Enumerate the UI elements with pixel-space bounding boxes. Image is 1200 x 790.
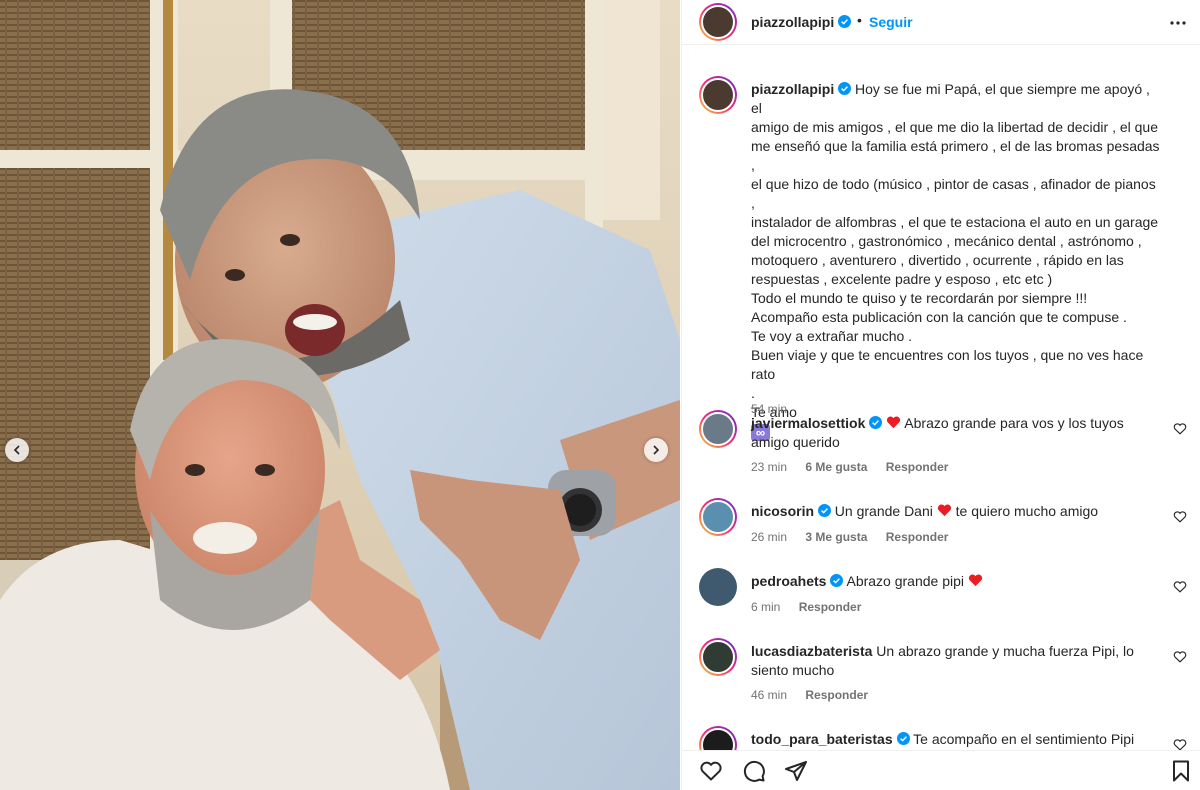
author-username[interactable]: piazzollapipi	[751, 14, 834, 30]
follow-button[interactable]: Seguir	[869, 14, 913, 30]
comment-text: lucasdiazbaterista Un abrazo grande y mu…	[751, 642, 1151, 680]
caption-line: del microcentro , gastronómico , mecánic…	[751, 233, 1142, 249]
caption-line: Te voy a extrañar mucho .	[751, 328, 913, 344]
caption-line: Buen viaje y que te encuentres con los t…	[751, 347, 1144, 382]
comment-username[interactable]: pedroahets	[751, 573, 826, 589]
comment-time[interactable]: 26 min	[751, 530, 787, 544]
commenter-avatar[interactable]	[699, 498, 737, 536]
caption-line: Acompaño esta publicación con la canción…	[751, 309, 1127, 325]
verified-badge-icon	[896, 732, 910, 745]
comment-body-continued: te quiero mucho amigo	[955, 503, 1099, 519]
comment-icon[interactable]	[742, 759, 766, 783]
next-photo-button[interactable]	[644, 438, 668, 462]
post-actions-bar	[682, 750, 1200, 790]
comment-text: javiermalosettiok Abrazo grande para vos…	[751, 414, 1151, 452]
post-photo	[0, 0, 680, 790]
commenter-avatar[interactable]	[699, 568, 737, 606]
red-heart-emoji-icon	[887, 416, 901, 429]
chevron-right-icon	[653, 445, 660, 455]
heart-icon[interactable]	[699, 759, 723, 783]
comment-meta: 6 min Responder	[751, 600, 876, 614]
separator-dot: •	[857, 12, 862, 28]
comment-text: pedroahets Abrazo grande pipi	[751, 572, 1151, 591]
author-avatar[interactable]	[699, 3, 737, 41]
small-heart-icon[interactable]	[1173, 650, 1187, 664]
red-heart-emoji-icon	[968, 574, 983, 587]
comment-likes[interactable]: 3 Me gusta	[805, 530, 867, 544]
small-heart-icon[interactable]	[1173, 510, 1187, 524]
comment-username[interactable]: lucasdiazbaterista	[751, 643, 872, 659]
previous-photo-button[interactable]	[5, 438, 29, 462]
comment-time[interactable]: 6 min	[751, 600, 780, 614]
comment-username[interactable]: todo_para_bateristas	[751, 731, 893, 747]
caption-line: motoquero , aventurero , divertido , ocu…	[751, 252, 1124, 268]
comment-body: Te acompaño en el sentimiento Pipi	[913, 731, 1135, 747]
comment-username[interactable]: javiermalosettiok	[751, 415, 865, 431]
commenter-avatar[interactable]	[699, 410, 737, 448]
comment-time[interactable]: 46 min	[751, 688, 787, 702]
verified-badge-icon	[830, 574, 844, 587]
comment-meta: 46 min Responder	[751, 688, 883, 702]
caption-line: amigo de mis amigos , el que me dio la l…	[751, 119, 1158, 135]
verified-badge-icon	[869, 416, 883, 429]
caption-text: piazzollapipi Hoy se fue mi Papá, el que…	[751, 80, 1161, 441]
comment-username[interactable]: nicosorin	[751, 503, 814, 519]
post-side-panel: piazzollapipi • Seguir piazzollapipi Hoy…	[681, 0, 1200, 790]
commenter-avatar[interactable]	[699, 638, 737, 676]
reply-button[interactable]: Responder	[799, 600, 862, 614]
caption-username[interactable]: piazzollapipi	[751, 81, 834, 97]
comment-body: Un grande Dani	[834, 503, 933, 519]
comment-meta: 23 min 6 Me gusta Responder	[751, 460, 963, 474]
comment-body: Abrazo grande pipi	[846, 573, 965, 589]
reply-button[interactable]: Responder	[886, 530, 949, 544]
small-heart-icon[interactable]	[1173, 738, 1187, 750]
caption-line: .	[751, 385, 755, 401]
chevron-left-icon	[13, 445, 20, 455]
caption-line: me enseñó que la familia está primero , …	[751, 138, 1160, 173]
comment-meta: 26 min 3 Me gusta Responder	[751, 530, 963, 544]
caption-author-avatar[interactable]	[699, 76, 737, 114]
small-heart-icon[interactable]	[1173, 580, 1187, 594]
verified-badge-icon	[817, 504, 831, 517]
commenter-avatar[interactable]	[699, 726, 737, 750]
caption-line: instalador de alfombras , el que te esta…	[751, 214, 1159, 230]
reply-button[interactable]: Responder	[886, 460, 949, 474]
comment-likes[interactable]: 6 Me gusta	[805, 460, 867, 474]
comments-list[interactable]: piazzollapipi Hoy se fue mi Papá, el que…	[682, 46, 1200, 750]
verified-badge-icon	[838, 82, 852, 95]
comment-time[interactable]: 23 min	[751, 460, 787, 474]
post-photo-image	[0, 0, 680, 790]
verified-badge-icon	[838, 15, 851, 28]
reply-button[interactable]: Responder	[805, 688, 868, 702]
share-icon[interactable]	[784, 759, 808, 783]
post-header: piazzollapipi • Seguir	[682, 0, 1200, 45]
caption-line: respuestas , excelente padre y esposo , …	[751, 271, 1053, 287]
red-heart-emoji-icon	[937, 504, 951, 517]
comment-text: nicosorin Un grande Dani te quiero mucho…	[751, 502, 1151, 521]
caption-line: Todo el mundo te quiso y te recordarán p…	[751, 290, 1088, 306]
caption-line: el que hizo de todo (músico , pintor de …	[751, 176, 1156, 211]
more-options-icon[interactable]	[1166, 14, 1190, 32]
comment-text: todo_para_bateristas Te acompaño en el s…	[751, 730, 1151, 749]
bookmark-icon[interactable]	[1169, 759, 1193, 783]
small-heart-icon[interactable]	[1173, 422, 1187, 436]
